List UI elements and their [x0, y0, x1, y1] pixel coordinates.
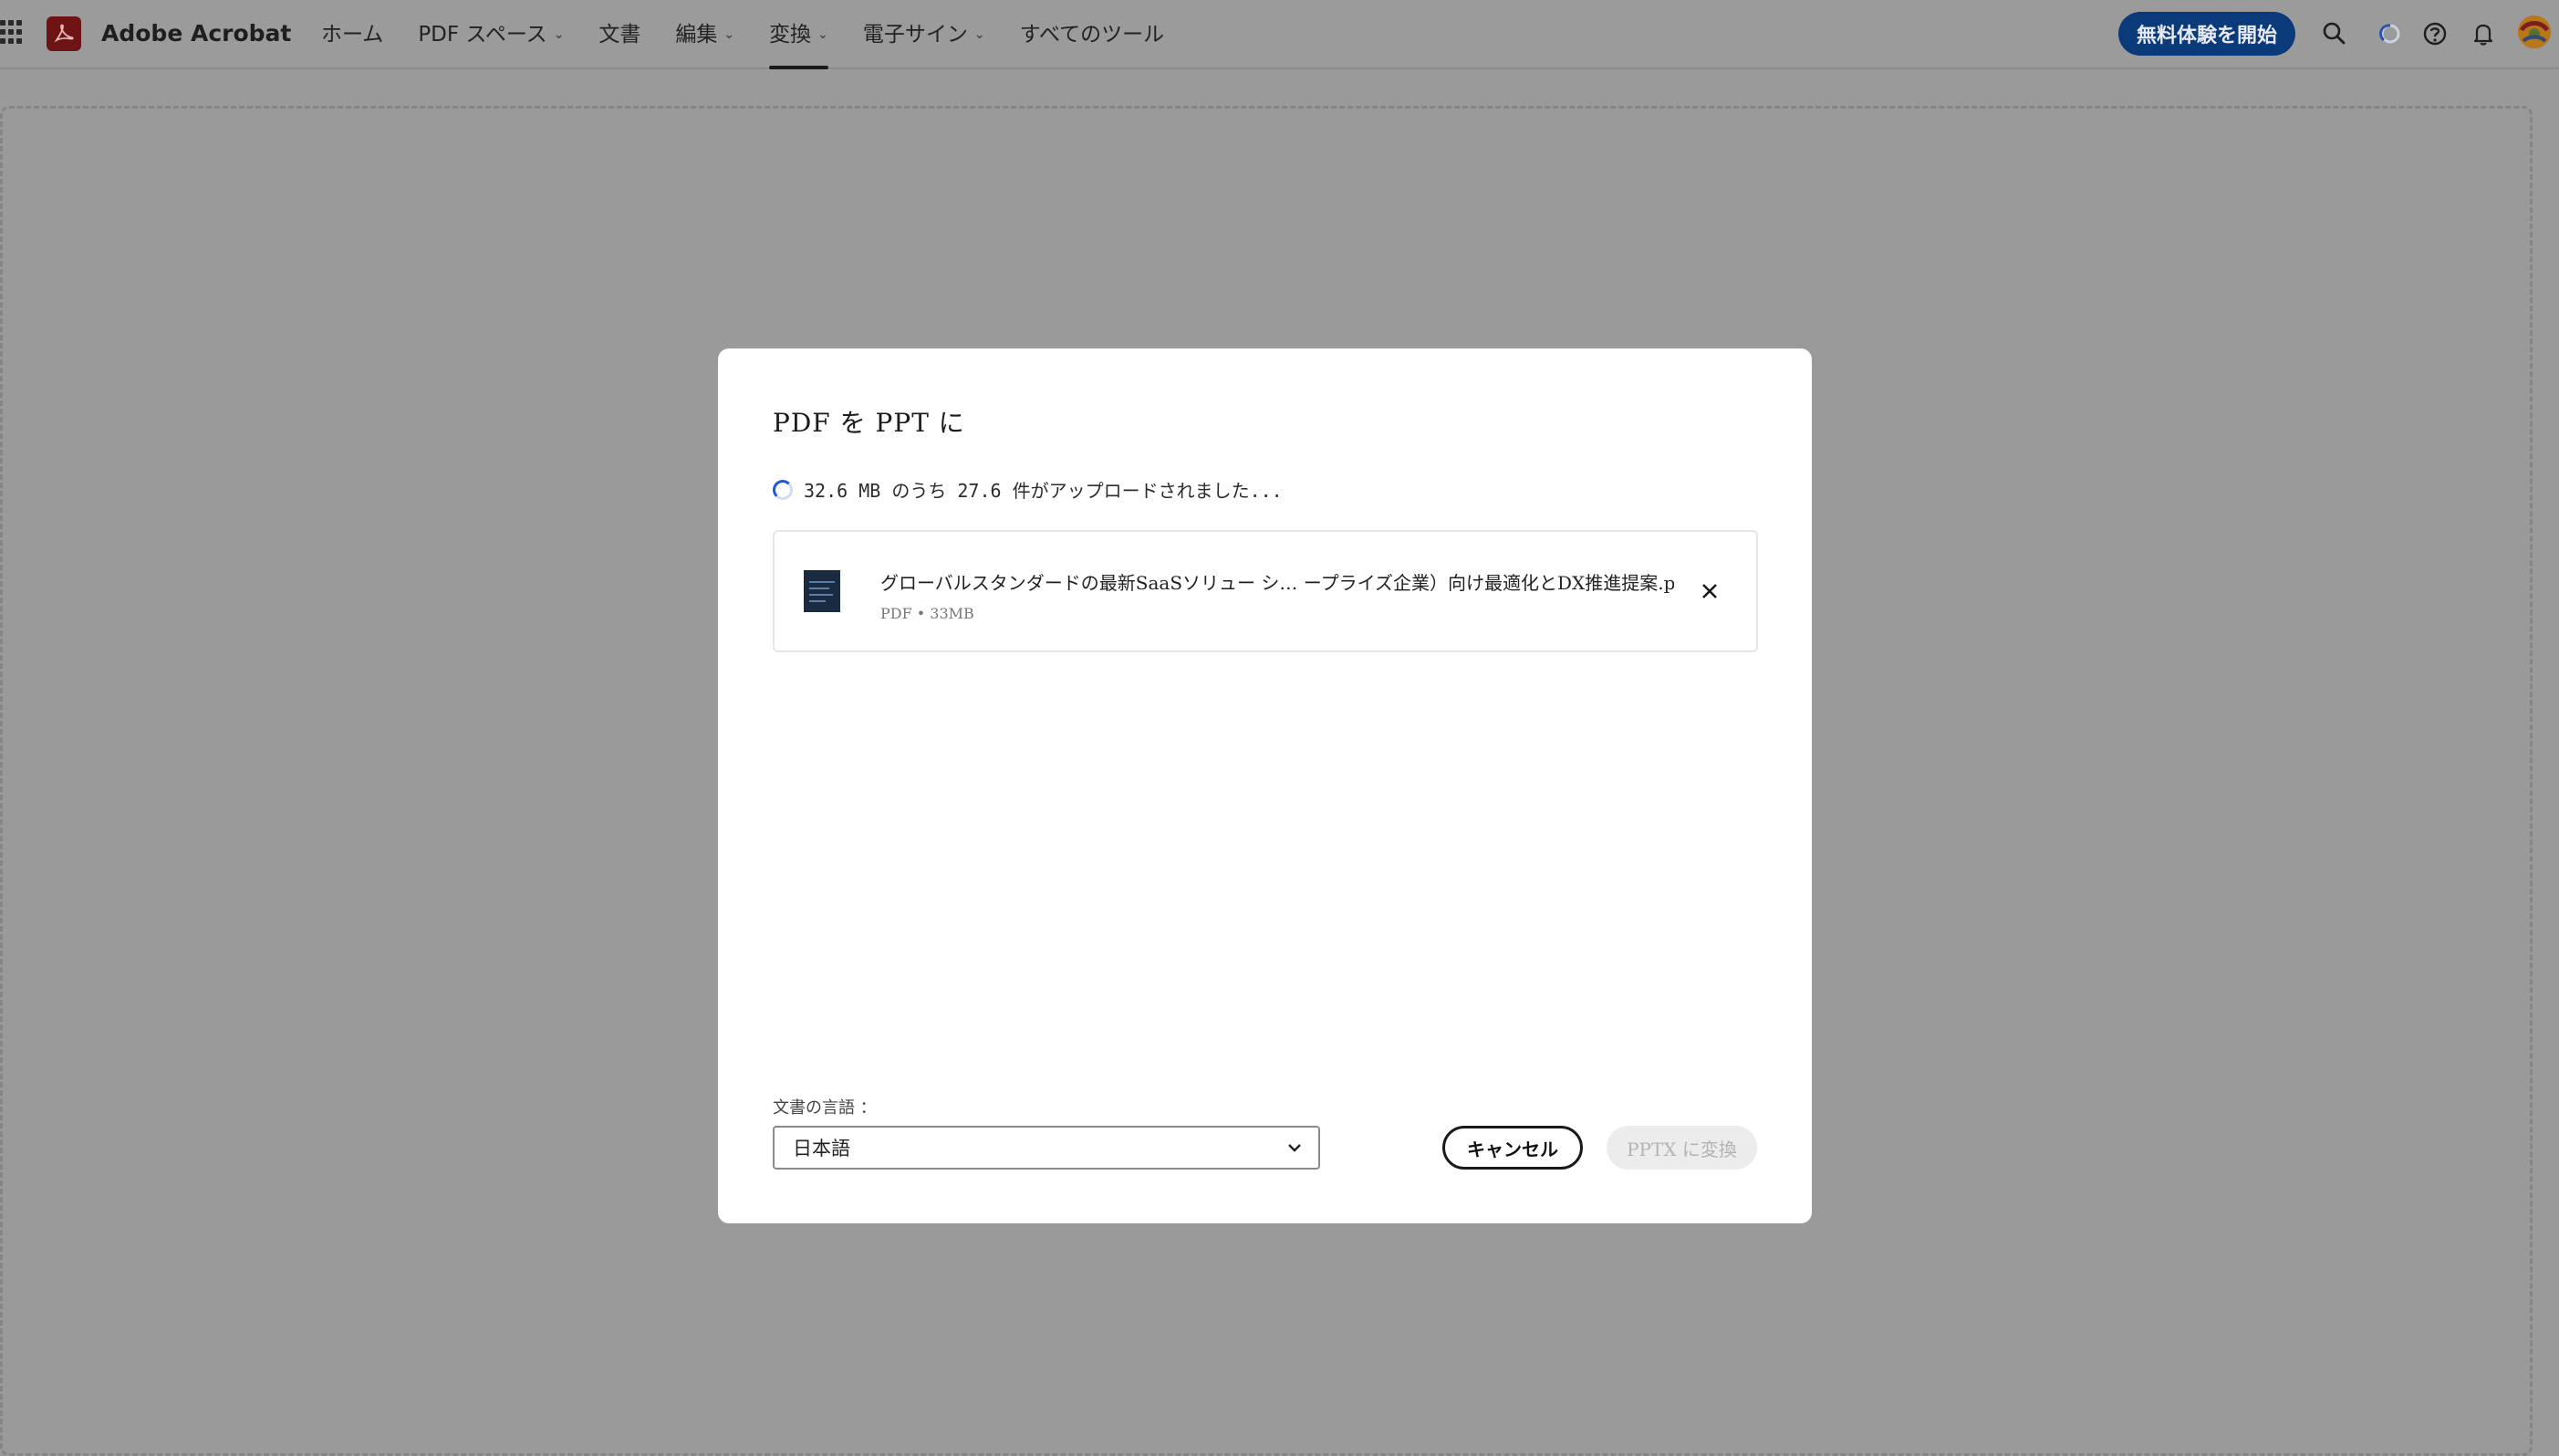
nav-item-label: ホーム: [321, 23, 384, 47]
cancel-button[interactable]: キャンセル: [1442, 1126, 1583, 1170]
nav-item-all-tools[interactable]: すべてのツール: [1020, 0, 1164, 69]
convert-dialog: PDF を PPT に 32.6 MB のうち 27.6 件がアップロードされま…: [718, 348, 1812, 1223]
app-grid-icon[interactable]: [0, 20, 24, 47]
top-navigation-bar: Adobe Acrobat ホーム PDF スペース ⌄ 文書 編集 ⌄ 変換 …: [0, 0, 2559, 69]
language-select[interactable]: 日本語: [773, 1126, 1320, 1170]
chevron-down-icon: ⌄: [553, 27, 565, 42]
search-icon[interactable]: [2319, 18, 2350, 49]
file-item: グローバルスタンダードの最新SaaSソリュー シ… ープライズ企業）向け最適化と…: [773, 530, 1758, 652]
file-thumbnail: [804, 570, 840, 612]
remove-file-button[interactable]: [1696, 577, 1723, 605]
chevron-down-icon: ⌄: [817, 27, 828, 42]
file-name: グローバルスタンダードの最新SaaSソリュー シ… ープライズ企業）向け最適化と…: [880, 572, 1674, 594]
nav-item-label: 電子サイン: [862, 23, 968, 47]
acrobat-logo-icon[interactable]: [47, 16, 81, 51]
nav-item-label: 文書: [598, 23, 641, 47]
upload-status-text: 32.6 MB のうち 27.6 件がアップロードされました...: [804, 480, 1283, 502]
chevron-down-icon: ⌄: [723, 27, 735, 42]
file-meta: PDF • 33MB: [880, 605, 974, 622]
free-trial-button[interactable]: 無料体験を開始: [2118, 12, 2295, 56]
convert-to-pptx-button[interactable]: PPTX に変換: [1607, 1126, 1757, 1170]
nav-item-pdf-space[interactable]: PDF スペース ⌄: [418, 0, 564, 69]
nav-item-label: 変換: [769, 23, 812, 47]
nav-item-label: すべてのツール: [1019, 23, 1165, 47]
upload-spinner-icon: [773, 479, 793, 500]
nav-item-label: PDF スペース: [418, 23, 547, 47]
bell-icon[interactable]: [2468, 18, 2499, 49]
language-label: 文書の言語 ：: [773, 1098, 877, 1118]
loading-icon: [2375, 18, 2406, 49]
upload-status: 32.6 MB のうち 27.6 件がアップロードされました...: [773, 476, 1283, 503]
nav-item-documents[interactable]: 文書: [598, 0, 640, 69]
nav-item-e-sign[interactable]: 電子サイン ⌄: [863, 0, 985, 69]
chevron-down-icon: ⌄: [973, 27, 985, 42]
nav-item-home[interactable]: ホーム: [321, 0, 383, 69]
chevron-down-icon: [1288, 1144, 1301, 1152]
main-nav: ホーム PDF スペース ⌄ 文書 編集 ⌄ 変換 ⌄ 電子サイン ⌄ すべての…: [321, 0, 1199, 69]
nav-item-convert[interactable]: 変換 ⌄: [769, 0, 828, 69]
nav-item-edit[interactable]: 編集 ⌄: [675, 0, 734, 69]
avatar[interactable]: [2518, 16, 2551, 48]
nav-item-label: 編集: [675, 23, 718, 47]
dialog-title: PDF を PPT に: [773, 408, 965, 438]
app-title[interactable]: Adobe Acrobat: [101, 16, 291, 51]
close-icon: [1702, 584, 1717, 598]
help-icon[interactable]: [2419, 18, 2450, 49]
language-value: 日本語: [793, 1138, 850, 1160]
